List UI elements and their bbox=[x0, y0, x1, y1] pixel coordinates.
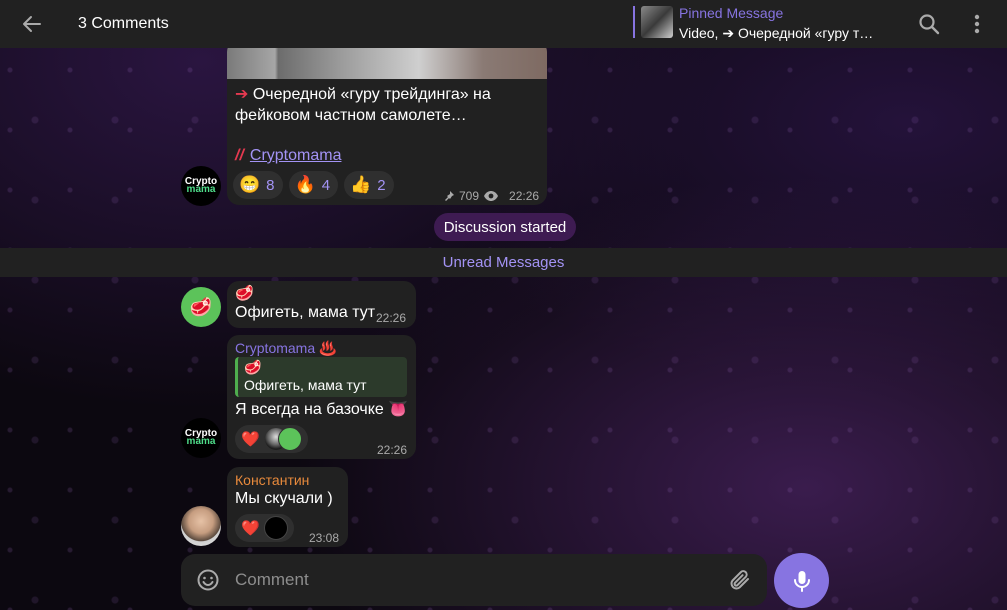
reaction-chip[interactable]: 👍 2 bbox=[344, 171, 394, 199]
message-text: Я всегда на базочке 👅 bbox=[235, 401, 409, 418]
pin-icon bbox=[445, 191, 454, 201]
reaction-emoji: 😁 bbox=[239, 175, 261, 194]
avatar[interactable]: 🥩 bbox=[181, 287, 221, 327]
post-reactions: 😁 8 🔥 4 👍 2 bbox=[233, 171, 394, 199]
avatar[interactable]: Crypto mama bbox=[181, 166, 221, 206]
message-time: 22:26 bbox=[377, 443, 408, 457]
pinned-title: Pinned Message bbox=[679, 5, 784, 21]
reaction-chip[interactable]: 😁 8 bbox=[233, 171, 283, 199]
pinned-text: Video, ➔ Очередной «гуру т… bbox=[679, 25, 874, 41]
pinned-message[interactable]: Pinned Message Video, ➔ Очередной «гуру … bbox=[633, 5, 903, 41]
search-button[interactable] bbox=[915, 10, 943, 38]
sender-name[interactable]: Cryptomama ♨️ bbox=[235, 340, 336, 357]
more-vertical-icon bbox=[974, 14, 980, 34]
reactor-avatar bbox=[277, 427, 302, 451]
more-button[interactable] bbox=[963, 10, 991, 38]
reaction-chip[interactable]: 🔥 4 bbox=[288, 171, 339, 199]
reactor-avatar bbox=[263, 516, 288, 540]
post-meta: 709 22:26 bbox=[443, 189, 539, 203]
play-icon: ➔ bbox=[235, 86, 249, 103]
pinned-thumbnail bbox=[641, 6, 673, 38]
post-signature[interactable]: // Cryptomama bbox=[235, 147, 341, 165]
reactor-avatars bbox=[263, 427, 302, 451]
heart-icon: ❤️ bbox=[241, 520, 260, 537]
discussion-started-pill: Discussion started bbox=[434, 213, 576, 241]
message-bubble: Cryptomama ♨️ 🥩 Офигеть, мама тут Я всег… bbox=[227, 335, 416, 459]
message-time: 23:08 bbox=[309, 531, 340, 545]
avatar[interactable] bbox=[181, 506, 221, 546]
heart-icon: ❤️ bbox=[241, 431, 260, 448]
reaction-emoji: 👍 bbox=[350, 175, 372, 194]
avatar-emoji: 🥩 bbox=[189, 296, 213, 317]
arrow-left-icon bbox=[23, 16, 41, 32]
emoji-button[interactable] bbox=[196, 568, 220, 597]
post-text: ➔ Очередной «гуру трейдинга» на фейковом… bbox=[235, 84, 535, 126]
paperclip-icon bbox=[730, 570, 749, 590]
views-count: 709 bbox=[459, 189, 480, 203]
message-composer bbox=[181, 554, 767, 606]
header-title: 3 Comments bbox=[78, 15, 169, 32]
reaction-count: 2 bbox=[377, 176, 386, 194]
reaction-emoji: 🔥 bbox=[294, 175, 316, 194]
comment-input[interactable] bbox=[235, 566, 705, 594]
message-bubble: Константин Мы скучали ) ❤️ 23:08 bbox=[227, 467, 348, 547]
message-text: Офигеть, мама тут bbox=[235, 304, 376, 321]
post-signature-text: Cryptomama bbox=[249, 147, 342, 164]
back-button[interactable] bbox=[0, 0, 64, 48]
post-time: 22:26 bbox=[509, 189, 540, 203]
message-emoji: 🥩 bbox=[235, 285, 254, 302]
eye-icon bbox=[484, 191, 499, 201]
reaction-chip[interactable]: ❤️ bbox=[235, 425, 308, 453]
channel-post: ➔ Очередной «гуру трейдинга» на фейковом… bbox=[227, 40, 547, 205]
voice-record-button[interactable] bbox=[774, 553, 829, 608]
post-text-content: Очередной «гуру трейдинга» на фейковом ч… bbox=[235, 86, 491, 124]
search-icon bbox=[919, 14, 940, 35]
chat-header: 3 Comments Pinned Message Video, ➔ Очере… bbox=[0, 0, 1007, 48]
sender-name[interactable]: Константин bbox=[235, 472, 309, 488]
smile-icon bbox=[197, 569, 219, 591]
reaction-count: 8 bbox=[266, 176, 275, 194]
reaction-count: 4 bbox=[321, 176, 331, 194]
attach-button[interactable] bbox=[728, 568, 752, 597]
reply-emoji: 🥩 bbox=[244, 359, 262, 375]
microphone-icon bbox=[793, 570, 810, 592]
avatar-line-2: mama bbox=[186, 436, 216, 447]
message-bubble: 🥩 Офигеть, мама тут 22:26 bbox=[227, 281, 416, 328]
avatar-line-2: mama bbox=[186, 184, 216, 195]
avatar[interactable]: Crypto mama bbox=[181, 418, 221, 458]
message-text: Мы скучали ) bbox=[235, 490, 333, 507]
unread-messages-bar: Unread Messages bbox=[0, 248, 1007, 277]
reply-quote[interactable]: 🥩 Офигеть, мама тут bbox=[235, 357, 407, 397]
reaction-chip[interactable]: ❤️ bbox=[235, 514, 294, 542]
signature-mark-icon: // bbox=[235, 147, 244, 164]
reply-text: Офигеть, мама тут bbox=[244, 377, 367, 393]
message-time: 22:26 bbox=[376, 311, 407, 325]
